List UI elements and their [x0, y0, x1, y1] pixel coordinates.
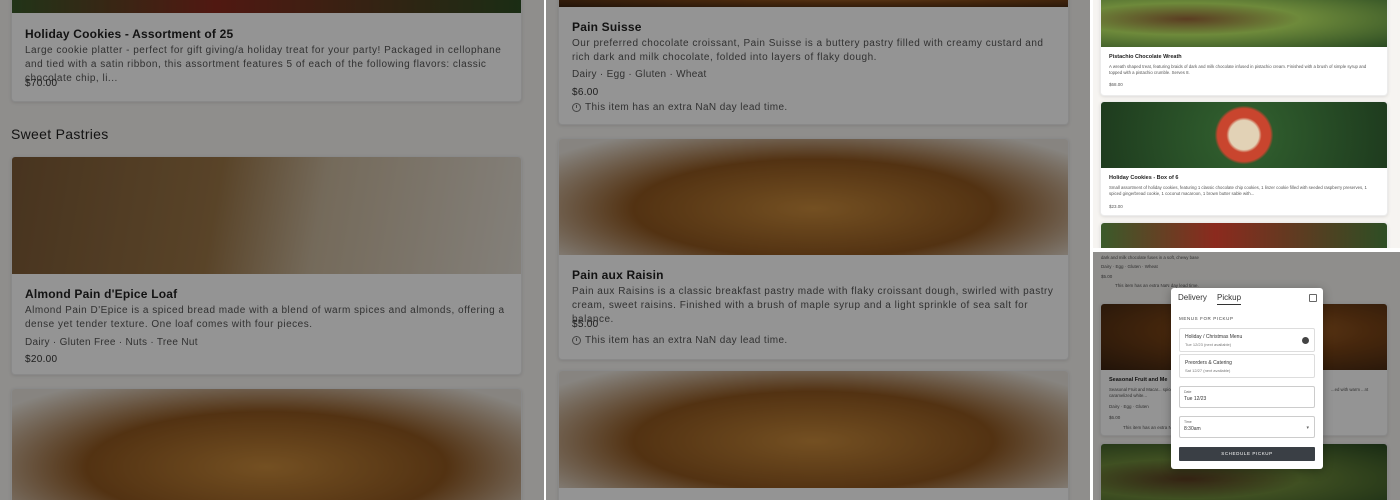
product-description: Large cookie platter - perfect for gift … — [25, 45, 502, 84]
chevron-down-icon: ▾ — [1306, 425, 1309, 431]
product-tags: Dairy · Egg · Gluten · Wheat — [1101, 264, 1158, 269]
product-title: Pain aux Raisin — [572, 268, 664, 282]
clock-icon — [572, 103, 581, 112]
time-select[interactable]: Time 8:30am ▾ — [1179, 416, 1315, 438]
product-tags: Dairy · Egg · Gluten · Wheat — [572, 69, 707, 80]
close-icon[interactable] — [1309, 294, 1317, 302]
product-description: dark and milk chocolate fuses in a soft,… — [1101, 255, 1199, 260]
product-price: $68.00 — [1109, 82, 1123, 87]
menu-option-availability: Tue 12/23 (next available) — [1185, 342, 1232, 347]
menu-panel-2: Pain Suisse Our preferred chocolate croi… — [546, 0, 1090, 500]
date-label: Date — [1184, 390, 1192, 394]
check-icon — [1302, 337, 1309, 344]
product-card-cookies-box-6[interactable]: Holiday Cookies - Box of 6 Small assortm… — [1100, 101, 1388, 216]
lead-time-note: This item has an extra NaN day lead time… — [572, 102, 788, 113]
product-card-cookies-25[interactable]: Holiday Cookies - Assortment of 25 Large… — [11, 0, 522, 102]
menu-option-title: Preorders & Catering — [1185, 360, 1232, 366]
product-description: Pain aux Raisins is a classic breakfast … — [572, 286, 1054, 325]
menu-option-availability: Sat 12/27 (next available) — [1185, 368, 1231, 373]
product-title: Pain Suisse — [572, 20, 642, 34]
date-field[interactable]: Date Tue 12/23 — [1179, 386, 1315, 408]
product-card-almond-loaf[interactable]: Almond Pain d'Epice Loaf Almond Pain D'E… — [11, 156, 522, 375]
tab-delivery[interactable]: Delivery — [1178, 293, 1207, 302]
product-image — [1101, 0, 1387, 47]
section-title: Sweet Pastries — [11, 126, 109, 142]
product-price: $5.00 — [1101, 274, 1113, 279]
product-description: A wreath shaped treat, featuring braids … — [1109, 64, 1367, 75]
product-description: Almond Pain D'Epice is a spiced bread ma… — [25, 305, 505, 330]
product-card-pistachio-wreath[interactable]: Pistachio Chocolate Wreath A wreath shap… — [1100, 0, 1388, 96]
tab-pickup[interactable]: Pickup — [1217, 293, 1242, 305]
product-image — [559, 139, 1068, 255]
product-card-pain-aux-raisin[interactable]: Pain aux Raisin Pain aux Raisins is a cl… — [558, 138, 1069, 360]
date-value: Tue 12/23 — [1184, 396, 1207, 402]
product-description: Seasonal Fruit and Macar... spices, cara… — [1109, 387, 1177, 398]
product-card-pastry[interactable] — [558, 370, 1069, 500]
product-description-continued: ...ed with warm ...nt — [1331, 387, 1369, 392]
product-image — [12, 0, 521, 13]
product-title: Pistachio Chocolate Wreath — [1109, 54, 1182, 60]
product-image — [1101, 223, 1387, 248]
menus-label: MENUS FOR PICKUP — [1179, 316, 1234, 321]
schedule-pickup-button[interactable]: SCHEDULE PICKUP — [1179, 447, 1315, 461]
product-image — [559, 371, 1068, 488]
menu-option-holiday[interactable]: Holiday / Christmas Menu Tue 12/23 (next… — [1179, 328, 1315, 352]
menu-panel-3-bottom: dark and milk chocolate fuses in a soft,… — [1093, 252, 1400, 500]
product-title: Holiday Cookies - Box of 6 — [1109, 175, 1179, 181]
product-title: Almond Pain d'Epice Loaf — [25, 287, 178, 301]
menu-panel-1: Holiday Cookies - Assortment of 25 Large… — [0, 0, 544, 500]
menu-option-title: Holiday / Christmas Menu — [1185, 334, 1243, 340]
product-card-pain-suisse[interactable]: Pain Suisse Our preferred chocolate croi… — [558, 0, 1069, 125]
lead-time-text: This item has an extra NaN day lead time… — [585, 102, 788, 113]
product-description: Small assortment of holiday cookies, fea… — [1109, 185, 1367, 196]
pickup-modal: Delivery Pickup MENUS FOR PICKUP Holiday… — [1171, 288, 1323, 469]
lead-time-text: This item has an extra N... — [1123, 425, 1176, 430]
product-price: $6.00 — [1109, 415, 1121, 420]
product-description: Our preferred chocolate croissant, Pain … — [572, 38, 1044, 63]
product-price: $23.00 — [1109, 204, 1123, 209]
clock-icon — [572, 336, 581, 345]
product-title: Seasonal Fruit and Me — [1109, 377, 1168, 383]
lead-time-text: This item has an extra NaN day lead time… — [585, 335, 788, 346]
product-card-croissant[interactable] — [11, 388, 522, 500]
product-title: Holiday Cookies - Assortment of 25 — [25, 27, 234, 41]
product-image — [559, 0, 1068, 7]
product-tags: Dairy · Gluten Free · Nuts · Tree Nut — [25, 337, 198, 348]
time-value: 8:30am — [1184, 426, 1201, 432]
product-price: $5.00 — [572, 319, 599, 330]
time-label: Time — [1184, 420, 1192, 424]
product-image — [12, 389, 521, 500]
menu-panel-3-top: Pistachio Chocolate Wreath A wreath shap… — [1093, 0, 1400, 248]
product-price: $70.00 — [25, 78, 58, 89]
product-tags: Dairy · Egg · Gluten — [1109, 404, 1149, 409]
product-price: $6.00 — [572, 87, 599, 98]
product-card-next[interactable] — [1100, 222, 1388, 248]
product-image — [12, 157, 521, 274]
product-image — [1101, 102, 1387, 168]
menu-option-preorders[interactable]: Preorders & Catering Sat 12/27 (next ava… — [1179, 354, 1315, 378]
product-price: $20.00 — [25, 354, 58, 365]
lead-time-note: This item has an extra NaN day lead time… — [572, 335, 788, 346]
